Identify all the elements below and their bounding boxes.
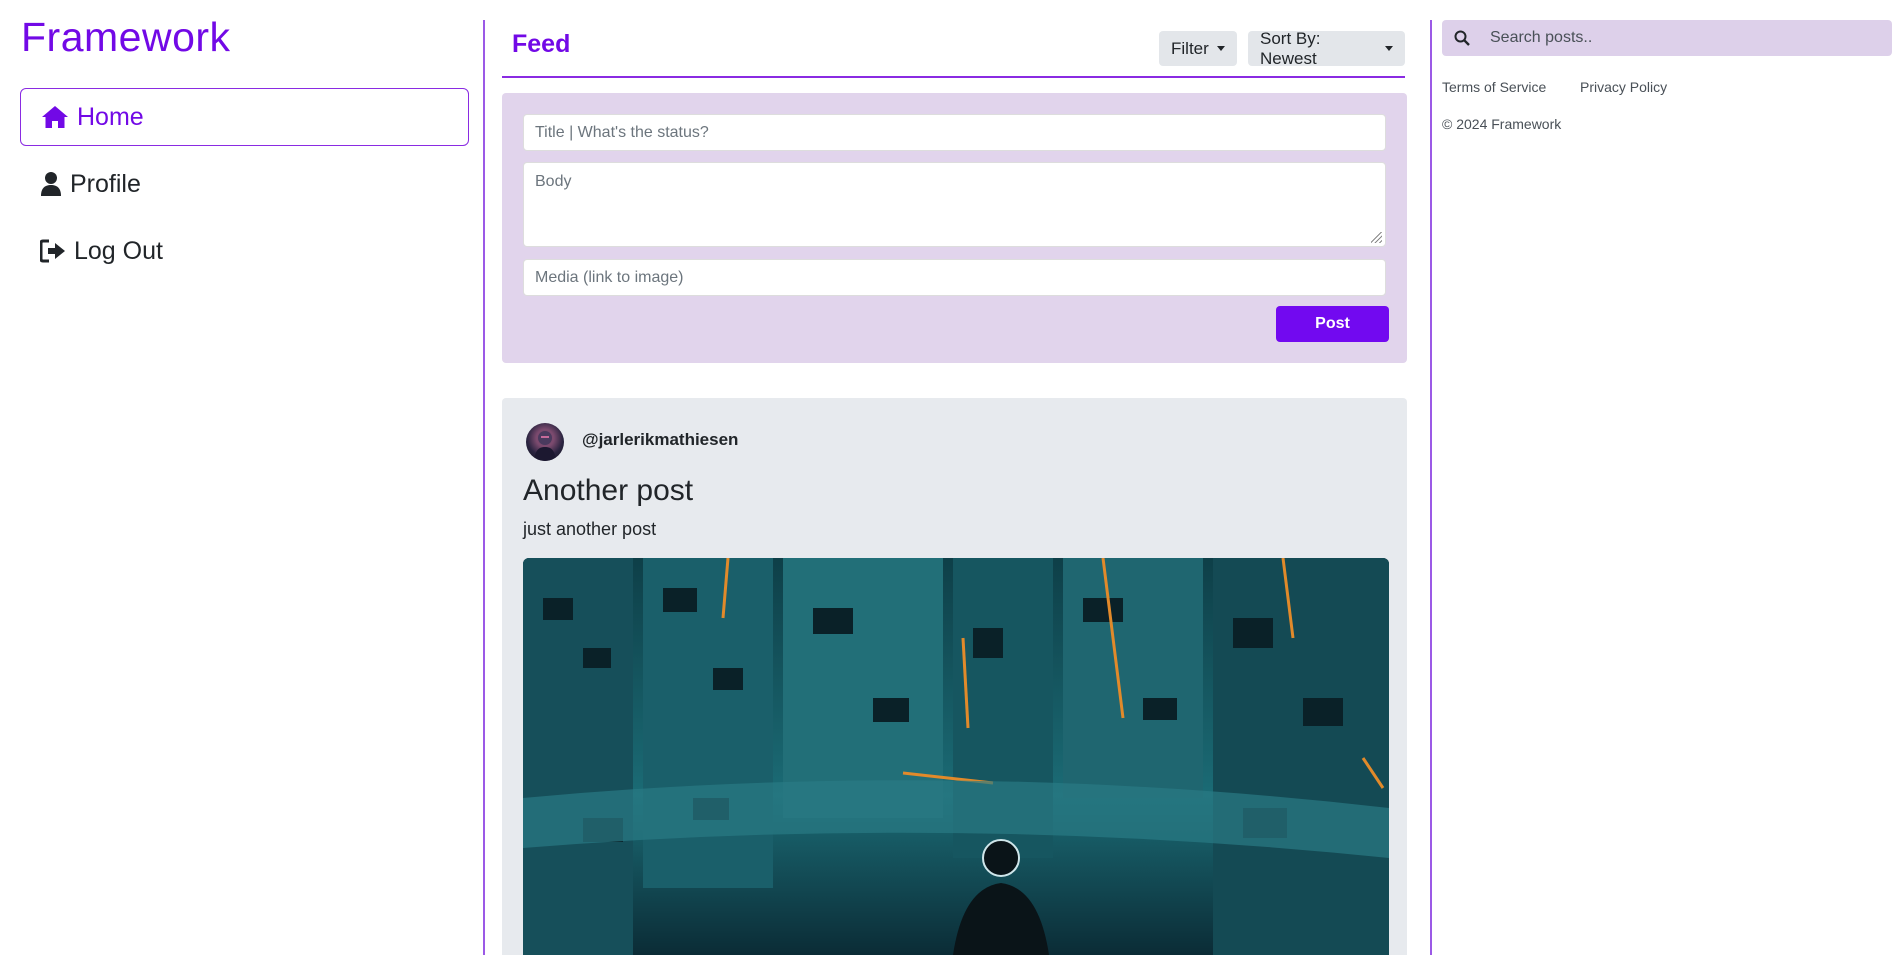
- user-icon: [41, 172, 61, 196]
- chevron-down-icon: [1385, 46, 1393, 51]
- filter-label: Filter: [1171, 38, 1209, 58]
- nav-item-logout[interactable]: Log Out: [20, 222, 469, 280]
- left-sidebar: Framework Home Profile Log Out: [0, 0, 482, 955]
- avatar-image: [534, 431, 556, 461]
- logout-icon: [40, 239, 65, 263]
- nav-item-home[interactable]: Home: [20, 88, 469, 146]
- post-image: [523, 558, 1389, 955]
- sort-dropdown[interactable]: Sort By: Newest: [1248, 28, 1405, 68]
- nav-item-profile[interactable]: Profile: [20, 155, 469, 213]
- sort-label: Sort By: Newest: [1260, 28, 1321, 68]
- feed-title: Feed: [512, 30, 571, 58]
- brand-logo[interactable]: Framework: [21, 14, 231, 61]
- nav-label-logout: Log Out: [74, 236, 163, 265]
- divider-right: [1430, 20, 1432, 955]
- body-textarea[interactable]: Body: [523, 162, 1386, 247]
- privacy-link[interactable]: Privacy Policy: [1580, 79, 1667, 95]
- post-composer: Title | What's the status? Body Media (l…: [502, 93, 1407, 363]
- search-input[interactable]: Search posts..: [1482, 29, 1592, 47]
- body-placeholder: Body: [535, 173, 572, 190]
- feed-header: Feed Filter Sort By: Newest: [502, 20, 1405, 78]
- post-author-handle[interactable]: @jarlerikmathiesen: [582, 430, 738, 450]
- filter-dropdown[interactable]: Filter: [1159, 31, 1237, 66]
- media-input[interactable]: Media (link to image): [523, 259, 1386, 296]
- chevron-down-icon: [1216, 46, 1225, 51]
- resize-handle-icon[interactable]: [1371, 232, 1382, 243]
- search-icon: [1442, 30, 1482, 46]
- title-placeholder: Title | What's the status?: [535, 123, 709, 141]
- divider-left: [483, 20, 485, 955]
- media-placeholder: Media (link to image): [535, 268, 684, 286]
- home-icon: [42, 106, 68, 128]
- title-input[interactable]: Title | What's the status?: [523, 114, 1386, 151]
- post-card: @jarlerikmathiesen Another post just ano…: [502, 398, 1407, 955]
- nav-label-home: Home: [77, 102, 144, 131]
- terms-link[interactable]: Terms of Service: [1442, 79, 1546, 95]
- avatar[interactable]: [526, 423, 564, 461]
- nav-label-profile: Profile: [70, 169, 141, 198]
- post-button[interactable]: Post: [1276, 306, 1389, 342]
- search-bar[interactable]: Search posts..: [1442, 20, 1892, 56]
- post-title: Another post: [523, 474, 694, 507]
- copyright-text: © 2024 Framework: [1442, 116, 1562, 132]
- post-body: just another post: [523, 519, 657, 539]
